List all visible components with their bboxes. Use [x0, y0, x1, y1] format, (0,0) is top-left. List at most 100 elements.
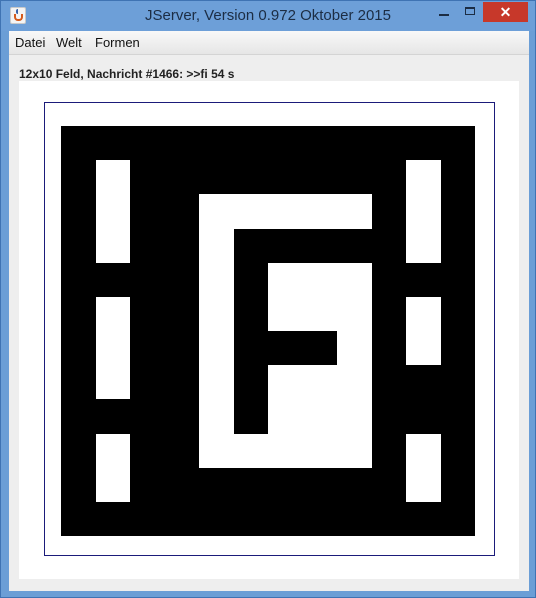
board-cell[interactable] — [440, 467, 475, 502]
board-cell[interactable] — [302, 399, 337, 434]
board-cell[interactable] — [440, 228, 475, 263]
board-cell[interactable] — [406, 399, 441, 434]
board-cell[interactable] — [130, 228, 165, 263]
board-cell[interactable] — [199, 433, 234, 468]
board-cell[interactable] — [337, 467, 372, 502]
board-cell[interactable] — [95, 296, 130, 331]
board-cell[interactable] — [199, 262, 234, 297]
board-cell[interactable] — [371, 160, 406, 195]
board-cell[interactable] — [302, 331, 337, 366]
board-cell[interactable] — [337, 433, 372, 468]
board-cell[interactable] — [130, 365, 165, 400]
board-cell[interactable] — [130, 399, 165, 434]
board-cell[interactable] — [233, 160, 268, 195]
title-bar[interactable]: JServer, Version 0.972 Oktober 2015 ✕ — [1, 1, 535, 31]
board-cell[interactable] — [302, 228, 337, 263]
board-cell[interactable] — [371, 501, 406, 536]
board-cell[interactable] — [371, 467, 406, 502]
board-cell[interactable] — [164, 126, 199, 161]
board-cell[interactable] — [406, 126, 441, 161]
board-cell[interactable] — [164, 399, 199, 434]
board-cell[interactable] — [268, 126, 303, 161]
board-cell[interactable] — [164, 194, 199, 229]
board-cell[interactable] — [440, 501, 475, 536]
board-cell[interactable] — [302, 126, 337, 161]
board-cell[interactable] — [406, 262, 441, 297]
board-cell[interactable] — [337, 194, 372, 229]
board-cell[interactable] — [371, 399, 406, 434]
board-cell[interactable] — [199, 501, 234, 536]
board-cell[interactable] — [233, 126, 268, 161]
board-cell[interactable] — [130, 331, 165, 366]
board-cell[interactable] — [406, 160, 441, 195]
board-cell[interactable] — [95, 501, 130, 536]
board-cell[interactable] — [164, 228, 199, 263]
board-cell[interactable] — [268, 262, 303, 297]
minimize-button[interactable] — [431, 1, 457, 22]
board-cell[interactable] — [199, 126, 234, 161]
board-cell[interactable] — [268, 433, 303, 468]
board-cell[interactable] — [371, 433, 406, 468]
board-cell[interactable] — [268, 228, 303, 263]
board-cell[interactable] — [406, 433, 441, 468]
board-cell[interactable] — [199, 194, 234, 229]
board-cell[interactable] — [337, 399, 372, 434]
menu-welt[interactable]: Welt — [56, 35, 82, 50]
board-cell[interactable] — [61, 126, 96, 161]
board-cell[interactable] — [337, 228, 372, 263]
board-cell[interactable] — [233, 296, 268, 331]
board-cell[interactable] — [440, 365, 475, 400]
board-cell[interactable] — [61, 365, 96, 400]
maximize-button[interactable] — [457, 1, 483, 22]
board-cell[interactable] — [95, 331, 130, 366]
board-cell[interactable] — [95, 126, 130, 161]
board-cell[interactable] — [302, 467, 337, 502]
board-cell[interactable] — [130, 296, 165, 331]
board-cell[interactable] — [337, 296, 372, 331]
board-cell[interactable] — [440, 126, 475, 161]
board-cell[interactable] — [61, 399, 96, 434]
board-cell[interactable] — [164, 160, 199, 195]
board-cell[interactable] — [130, 467, 165, 502]
close-button[interactable]: ✕ — [483, 2, 528, 22]
board-cell[interactable] — [268, 467, 303, 502]
board-cell[interactable] — [95, 228, 130, 263]
board-cell[interactable] — [233, 365, 268, 400]
pixel-board[interactable] — [61, 126, 475, 536]
board-cell[interactable] — [95, 194, 130, 229]
board-cell[interactable] — [268, 160, 303, 195]
board-cell[interactable] — [371, 194, 406, 229]
board-cell[interactable] — [199, 160, 234, 195]
board-cell[interactable] — [233, 501, 268, 536]
board-cell[interactable] — [371, 296, 406, 331]
board-cell[interactable] — [164, 296, 199, 331]
board-cell[interactable] — [164, 331, 199, 366]
board-cell[interactable] — [440, 331, 475, 366]
board-cell[interactable] — [164, 433, 199, 468]
board-cell[interactable] — [302, 296, 337, 331]
board-cell[interactable] — [268, 365, 303, 400]
board-cell[interactable] — [302, 365, 337, 400]
board-cell[interactable] — [302, 433, 337, 468]
board-cell[interactable] — [406, 194, 441, 229]
board-cell[interactable] — [440, 160, 475, 195]
menu-formen[interactable]: Formen — [95, 35, 140, 50]
board-cell[interactable] — [406, 467, 441, 502]
board-cell[interactable] — [61, 160, 96, 195]
board-cell[interactable] — [95, 262, 130, 297]
board-cell[interactable] — [371, 126, 406, 161]
board-cell[interactable] — [302, 501, 337, 536]
board-cell[interactable] — [233, 194, 268, 229]
board-cell[interactable] — [199, 365, 234, 400]
menu-datei[interactable]: Datei — [15, 35, 45, 50]
board-cell[interactable] — [440, 433, 475, 468]
board-cell[interactable] — [268, 399, 303, 434]
board-cell[interactable] — [130, 501, 165, 536]
board-cell[interactable] — [199, 228, 234, 263]
board-cell[interactable] — [130, 194, 165, 229]
board-cell[interactable] — [199, 331, 234, 366]
board-cell[interactable] — [233, 433, 268, 468]
board-cell[interactable] — [268, 296, 303, 331]
board-cell[interactable] — [233, 331, 268, 366]
board-cell[interactable] — [406, 365, 441, 400]
